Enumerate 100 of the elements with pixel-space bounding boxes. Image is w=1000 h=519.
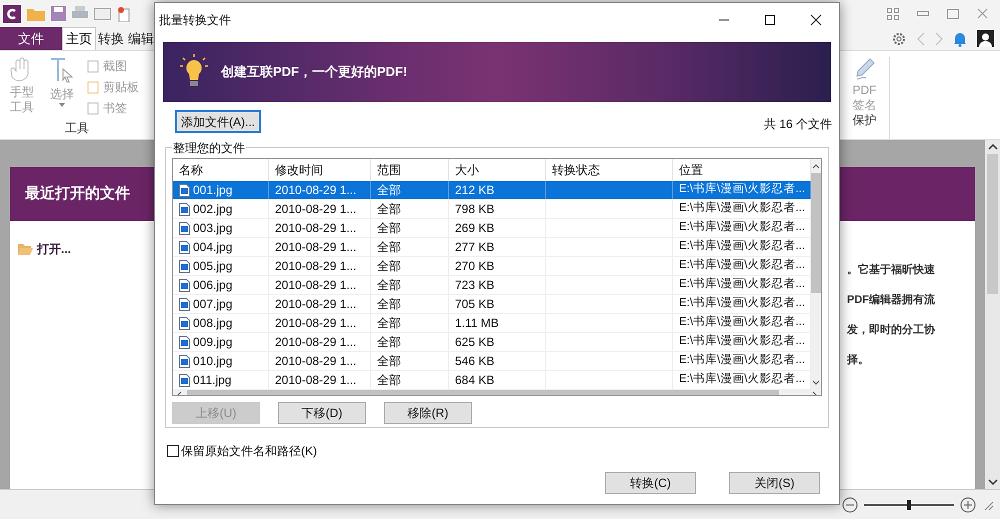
intro-text: 。它基于福昕快速 bbox=[847, 262, 936, 278]
window-title: 批量转换文件 bbox=[159, 12, 231, 28]
table-cell: 2010-08-29 1... bbox=[269, 295, 371, 313]
file-row[interactable]: 006.jpg 2010-08-29 1... 全部 723 KB E:\书库\漫画\火影忍者... bbox=[173, 276, 811, 295]
minimize-icon[interactable] bbox=[917, 10, 929, 16]
image-file-icon bbox=[179, 278, 190, 292]
file-row[interactable]: 007.jpg 2010-08-29 1... 全部 705 KB E:\书库\漫画\火影忍者... bbox=[173, 295, 811, 314]
file-row[interactable]: 011.jpg 2010-08-29 1... 全部 684 KB E:\书库\漫画\火影忍者... bbox=[173, 371, 811, 390]
app-logo-icon[interactable] bbox=[3, 4, 21, 22]
new-document-icon[interactable] bbox=[117, 6, 131, 22]
folder-icon bbox=[18, 243, 33, 255]
table-cell: 全部 bbox=[371, 314, 449, 332]
table-cell: 2010-08-29 1... bbox=[269, 219, 371, 237]
table-cell: 2010-08-29 1... bbox=[269, 314, 371, 332]
zoom-slider[interactable] bbox=[864, 500, 954, 510]
text-cursor-icon[interactable] bbox=[49, 57, 75, 85]
table-cell-text: 003.jpg bbox=[193, 220, 232, 237]
caret-icon[interactable] bbox=[59, 103, 65, 107]
back-icon[interactable] bbox=[917, 32, 925, 46]
table-cell: 全部 bbox=[371, 257, 449, 275]
zoom-in-icon[interactable] bbox=[960, 496, 976, 512]
table-cell-text: 010.jpg bbox=[193, 353, 232, 370]
resize-grip-icon[interactable] bbox=[982, 498, 994, 510]
file-row[interactable]: 001.jpg 2010-08-29 1... 全部 212 KB E:\书库\漫画\火影忍者... bbox=[173, 181, 811, 200]
table-cell-text: 009.jpg bbox=[193, 334, 232, 351]
table-cell: 270 KB bbox=[449, 257, 546, 275]
vertical-scrollbar[interactable] bbox=[811, 159, 821, 390]
image-file-icon bbox=[179, 260, 190, 272]
forward-icon[interactable] bbox=[935, 32, 943, 46]
settings-icon[interactable] bbox=[891, 30, 907, 46]
table-cell: 2010-08-29 1... bbox=[269, 333, 371, 351]
file-row[interactable]: 002.jpg 2010-08-29 1... 全部 798 KB E:\书库\漫画\火影忍者... bbox=[173, 200, 811, 219]
dialog-button[interactable]: 转换(C) bbox=[605, 472, 696, 494]
ribbon-tab[interactable]: 编辑 bbox=[126, 27, 156, 50]
add-files-button[interactable]: 添加文件(A)... bbox=[175, 110, 261, 133]
table-cell: 全部 bbox=[371, 238, 449, 256]
image-file-icon bbox=[179, 354, 190, 368]
avatar-icon[interactable] bbox=[977, 30, 994, 47]
image-file-icon bbox=[179, 298, 190, 310]
group-label: 工具 bbox=[65, 120, 89, 137]
image-file-icon bbox=[179, 202, 190, 216]
file-row[interactable]: 005.jpg 2010-08-29 1... 全部 270 KB E:\书库\漫画\火影忍者... bbox=[173, 257, 811, 276]
file-row[interactable]: 009.jpg 2010-08-29 1... 全部 625 KB E:\书库\漫画\火影忍者... bbox=[173, 333, 811, 352]
ribbon-tab[interactable]: 文件 bbox=[0, 27, 62, 50]
dialog-button[interactable]: 关闭(S) bbox=[729, 472, 820, 494]
list-button[interactable]: 移除(R) bbox=[384, 402, 472, 424]
save-icon[interactable] bbox=[51, 6, 66, 21]
intro-text: PDF编辑器拥有流 bbox=[847, 292, 936, 308]
image-file-icon bbox=[179, 336, 190, 348]
file-row[interactable]: 008.jpg 2010-08-29 1... 全部 1.11 MB E:\书库\漫画\火影忍者... bbox=[173, 314, 811, 333]
table-cell-text: 002.jpg bbox=[193, 201, 232, 218]
image-file-icon bbox=[179, 222, 190, 234]
table-cell: 546 KB bbox=[449, 352, 546, 370]
intro-text: 发，即时的分工协 bbox=[847, 322, 936, 338]
table-cell-text: 008.jpg bbox=[193, 315, 232, 332]
table-cell: 2010-08-29 1... bbox=[269, 238, 371, 256]
table-cell: 2010-08-29 1... bbox=[269, 257, 371, 275]
zoom-out-icon[interactable] bbox=[842, 496, 858, 512]
table-cell: 全部 bbox=[371, 371, 449, 389]
table-cell: 705 KB bbox=[449, 295, 546, 313]
group-label: 保护 bbox=[852, 113, 876, 128]
list-button[interactable]: 下移(D) bbox=[278, 402, 366, 424]
file-row[interactable]: 003.jpg 2010-08-29 1... 全部 269 KB E:\书库\漫画\火影忍者... bbox=[173, 219, 811, 238]
banner-text: 创建互联PDF，一个更好的PDF! bbox=[221, 63, 408, 82]
table-cell: 684 KB bbox=[449, 371, 546, 389]
table-cell-text: 007.jpg bbox=[193, 296, 232, 313]
keep-path-checkbox[interactable]: 保留原始文件名和路径(K) bbox=[167, 442, 317, 460]
table-cell: 798 KB bbox=[449, 200, 546, 218]
bell-icon[interactable] bbox=[953, 30, 967, 46]
page-scrollbar[interactable] bbox=[985, 140, 1000, 489]
table-cell: 全部 bbox=[371, 181, 449, 199]
open-file-link[interactable]: 打开... bbox=[37, 240, 72, 258]
table-cell: 2010-08-29 1... bbox=[269, 181, 371, 199]
table-cell-text: 001.jpg bbox=[193, 182, 232, 199]
table-cell: 全部 bbox=[371, 333, 449, 351]
ribbon-tab[interactable]: 转换 bbox=[96, 27, 126, 50]
ribbon-tab[interactable]: 主页 bbox=[62, 27, 96, 50]
table-cell: 1.11 MB bbox=[449, 314, 546, 332]
file-count: 共 16 个文件 bbox=[764, 116, 832, 133]
folder-icon[interactable] bbox=[27, 6, 45, 20]
table-cell: 269 KB bbox=[449, 219, 546, 237]
restore-icon[interactable] bbox=[947, 8, 959, 18]
table-cell: 2010-08-29 1... bbox=[269, 371, 371, 389]
table-cell-text: 005.jpg bbox=[193, 258, 232, 275]
table-cell: 全部 bbox=[371, 295, 449, 313]
table-cell: 全部 bbox=[371, 276, 449, 294]
file-row[interactable]: 010.jpg 2010-08-29 1... 全部 546 KB E:\书库\漫画\火影忍者... bbox=[173, 352, 811, 371]
checkbox[interactable] bbox=[167, 445, 179, 457]
file-row[interactable]: 004.jpg 2010-08-29 1... 全部 277 KB E:\书库\漫画\火影忍者... bbox=[173, 238, 811, 257]
table-cell: 723 KB bbox=[449, 276, 546, 294]
print-icon[interactable] bbox=[72, 6, 88, 21]
image-file-icon bbox=[179, 316, 190, 330]
layout-icon[interactable] bbox=[887, 8, 899, 20]
table-cell: 2010-08-29 1... bbox=[269, 200, 371, 218]
table-cell: 212 KB bbox=[449, 181, 546, 199]
group-label: 整理您的文件 bbox=[172, 139, 246, 157]
card-title: 最近打开的文件 bbox=[25, 184, 130, 204]
image-file-icon bbox=[179, 184, 190, 196]
image-file-icon bbox=[179, 240, 190, 254]
table-cell: 全部 bbox=[371, 219, 449, 237]
